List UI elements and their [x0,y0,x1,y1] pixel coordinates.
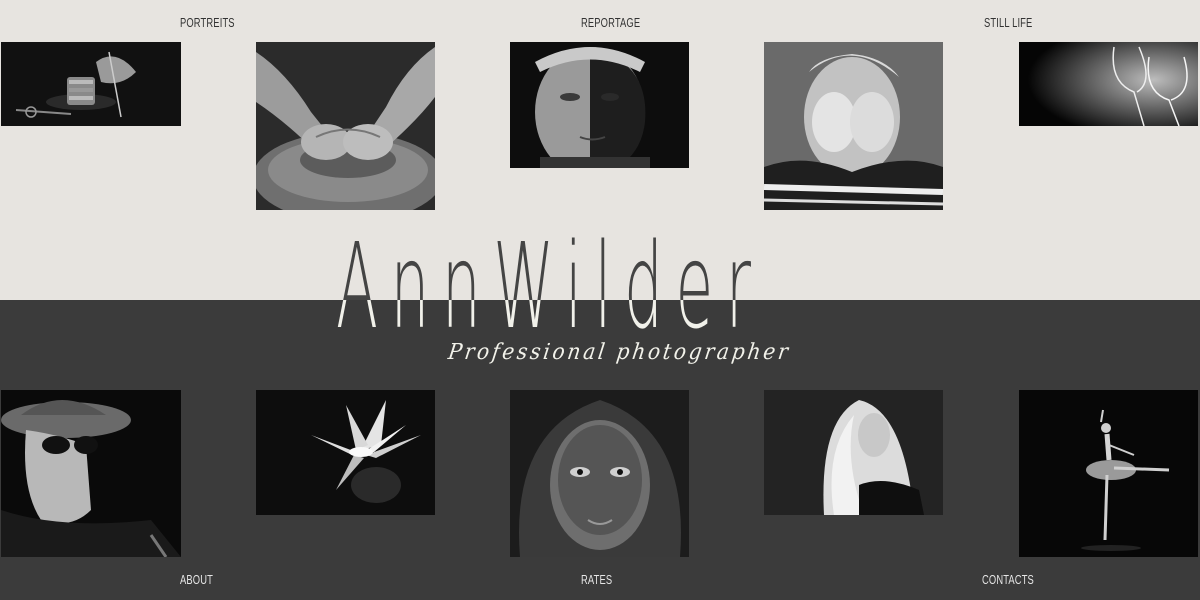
nav-contacts[interactable]: CONTACTS [982,572,1034,587]
brand-top-clip: AnnWilder [0,0,1200,300]
brand-tagline: Professional photographer [446,340,793,365]
photo-woman-hat-sunglasses[interactable] [1,390,181,557]
nav-about[interactable]: ABOUT [180,572,213,587]
brand-name-top: AnnWilder [336,217,764,300]
photo-blonde-woman[interactable] [764,390,943,515]
photo-ballerina[interactable] [1019,390,1198,557]
photo-water-lily[interactable] [256,390,435,515]
nav-rates[interactable]: RATES [581,572,612,587]
photo-hooded-face[interactable] [510,390,689,557]
